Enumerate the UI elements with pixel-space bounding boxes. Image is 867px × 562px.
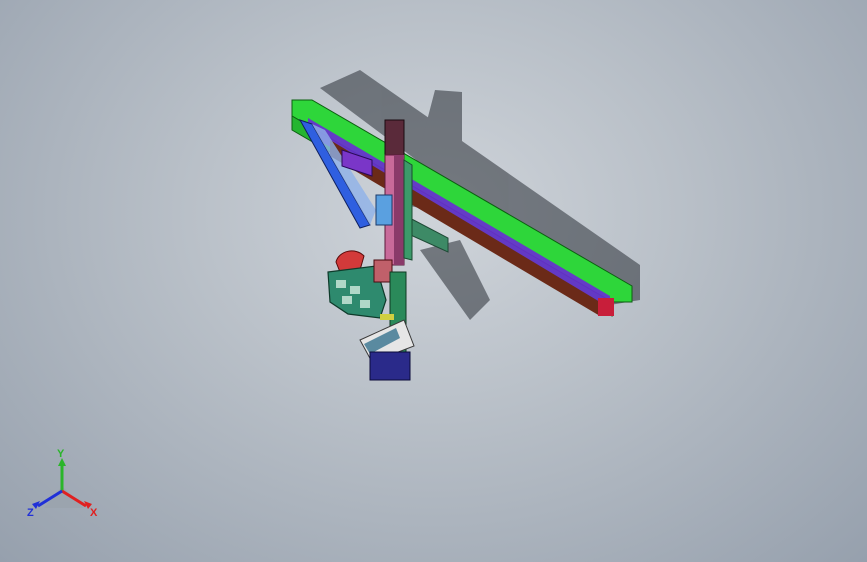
cad-model-view[interactable] [0,0,867,562]
x-axis-label: X [90,507,98,519]
y-axis-label: Y [57,448,65,460]
gripper-carriage[interactable] [327,250,415,363]
base-block [369,351,411,381]
z-axis-label: Z [27,507,34,519]
orientation-triad[interactable]: Y X Z [22,446,106,526]
graphics-viewport[interactable]: Y X Z [0,0,867,562]
